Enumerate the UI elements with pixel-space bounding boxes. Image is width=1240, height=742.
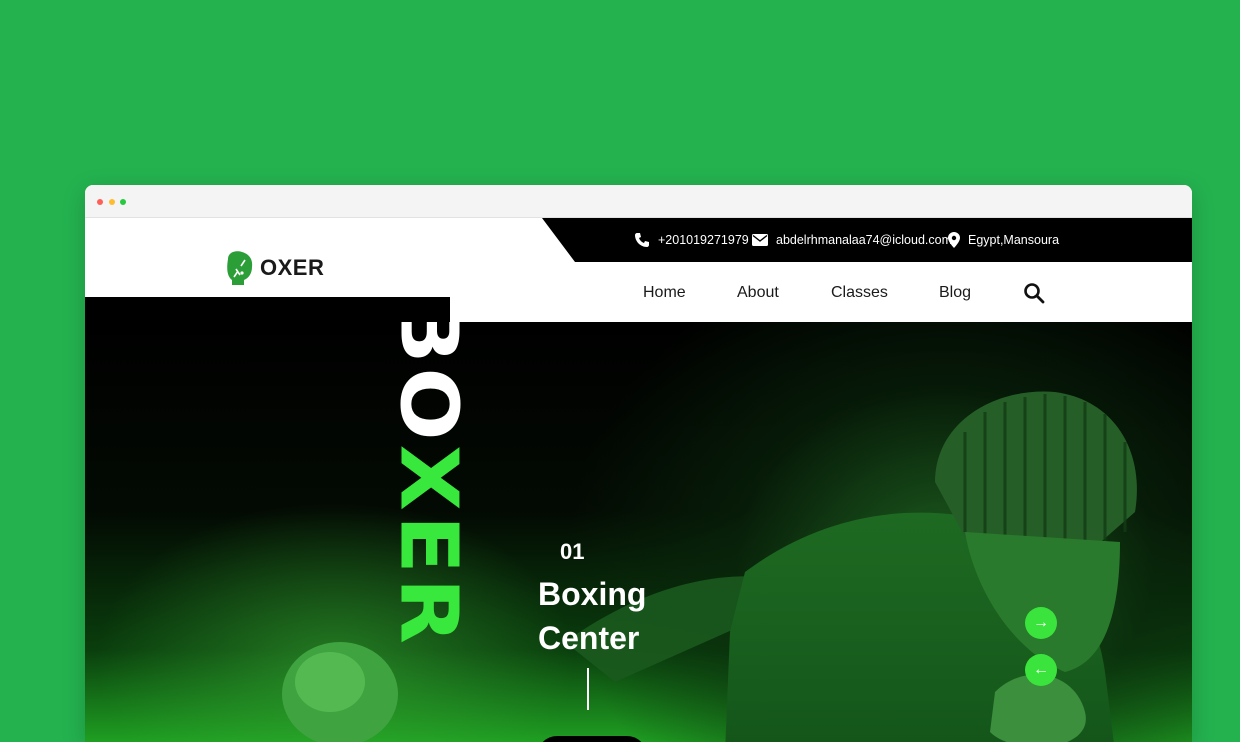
slide-number: 01 bbox=[560, 539, 585, 564]
mail-icon bbox=[752, 234, 768, 246]
boxing-glove-photo bbox=[282, 642, 398, 742]
boxer-photo bbox=[565, 391, 1137, 742]
browser-titlebar bbox=[85, 185, 1192, 218]
hero-vertical-word: BOXER bbox=[382, 322, 474, 648]
maximize-window-dot[interactable] bbox=[120, 199, 126, 205]
arrow-left-icon: ← bbox=[1033, 661, 1049, 678]
arrow-right-icon: → bbox=[1033, 614, 1049, 631]
minimize-window-dot[interactable] bbox=[109, 199, 115, 205]
contact-email[interactable]: abdelrhmanalaa74@icloud.com bbox=[752, 218, 952, 262]
contact-phone[interactable]: +201019271979 bbox=[634, 218, 749, 262]
browser-window: OXER +201019271979 abdelrhmanalaa74@iclo… bbox=[85, 185, 1192, 742]
search-icon[interactable] bbox=[1023, 282, 1045, 304]
nav-classes[interactable]: Classes bbox=[831, 284, 888, 302]
hero-slider: BOXER 01 Boxing Center → ← bbox=[85, 322, 1192, 742]
location-pin-icon bbox=[948, 232, 960, 248]
nav-home[interactable]: Home bbox=[643, 284, 686, 302]
nav-about[interactable]: About bbox=[737, 284, 779, 302]
nav-blog[interactable]: Blog bbox=[939, 284, 971, 302]
hero-top-strip bbox=[85, 297, 450, 322]
vertical-word-white: BO bbox=[382, 322, 474, 445]
contact-location[interactable]: Egypt,Mansoura bbox=[948, 218, 1059, 262]
slide-divider bbox=[587, 668, 589, 710]
phone-icon bbox=[635, 233, 649, 247]
slide-cta-button[interactable] bbox=[537, 736, 647, 742]
email-address: abdelrhmanalaa74@icloud.com bbox=[776, 233, 952, 247]
next-slide-button[interactable]: → bbox=[1025, 607, 1057, 639]
location-text: Egypt,Mansoura bbox=[968, 233, 1060, 247]
slide-title: Boxing Center bbox=[538, 572, 646, 660]
slide-title-line-1: Boxing bbox=[538, 576, 647, 612]
phone-number: +201019271979 bbox=[658, 233, 749, 247]
prev-slide-button[interactable]: ← bbox=[1025, 654, 1057, 686]
vertical-word-green: XER bbox=[382, 444, 474, 648]
contact-bar: +201019271979 abdelrhmanalaa74@icloud.co… bbox=[542, 218, 1192, 262]
close-window-dot[interactable] bbox=[97, 199, 103, 205]
slide-title-line-2: Center bbox=[538, 620, 640, 656]
